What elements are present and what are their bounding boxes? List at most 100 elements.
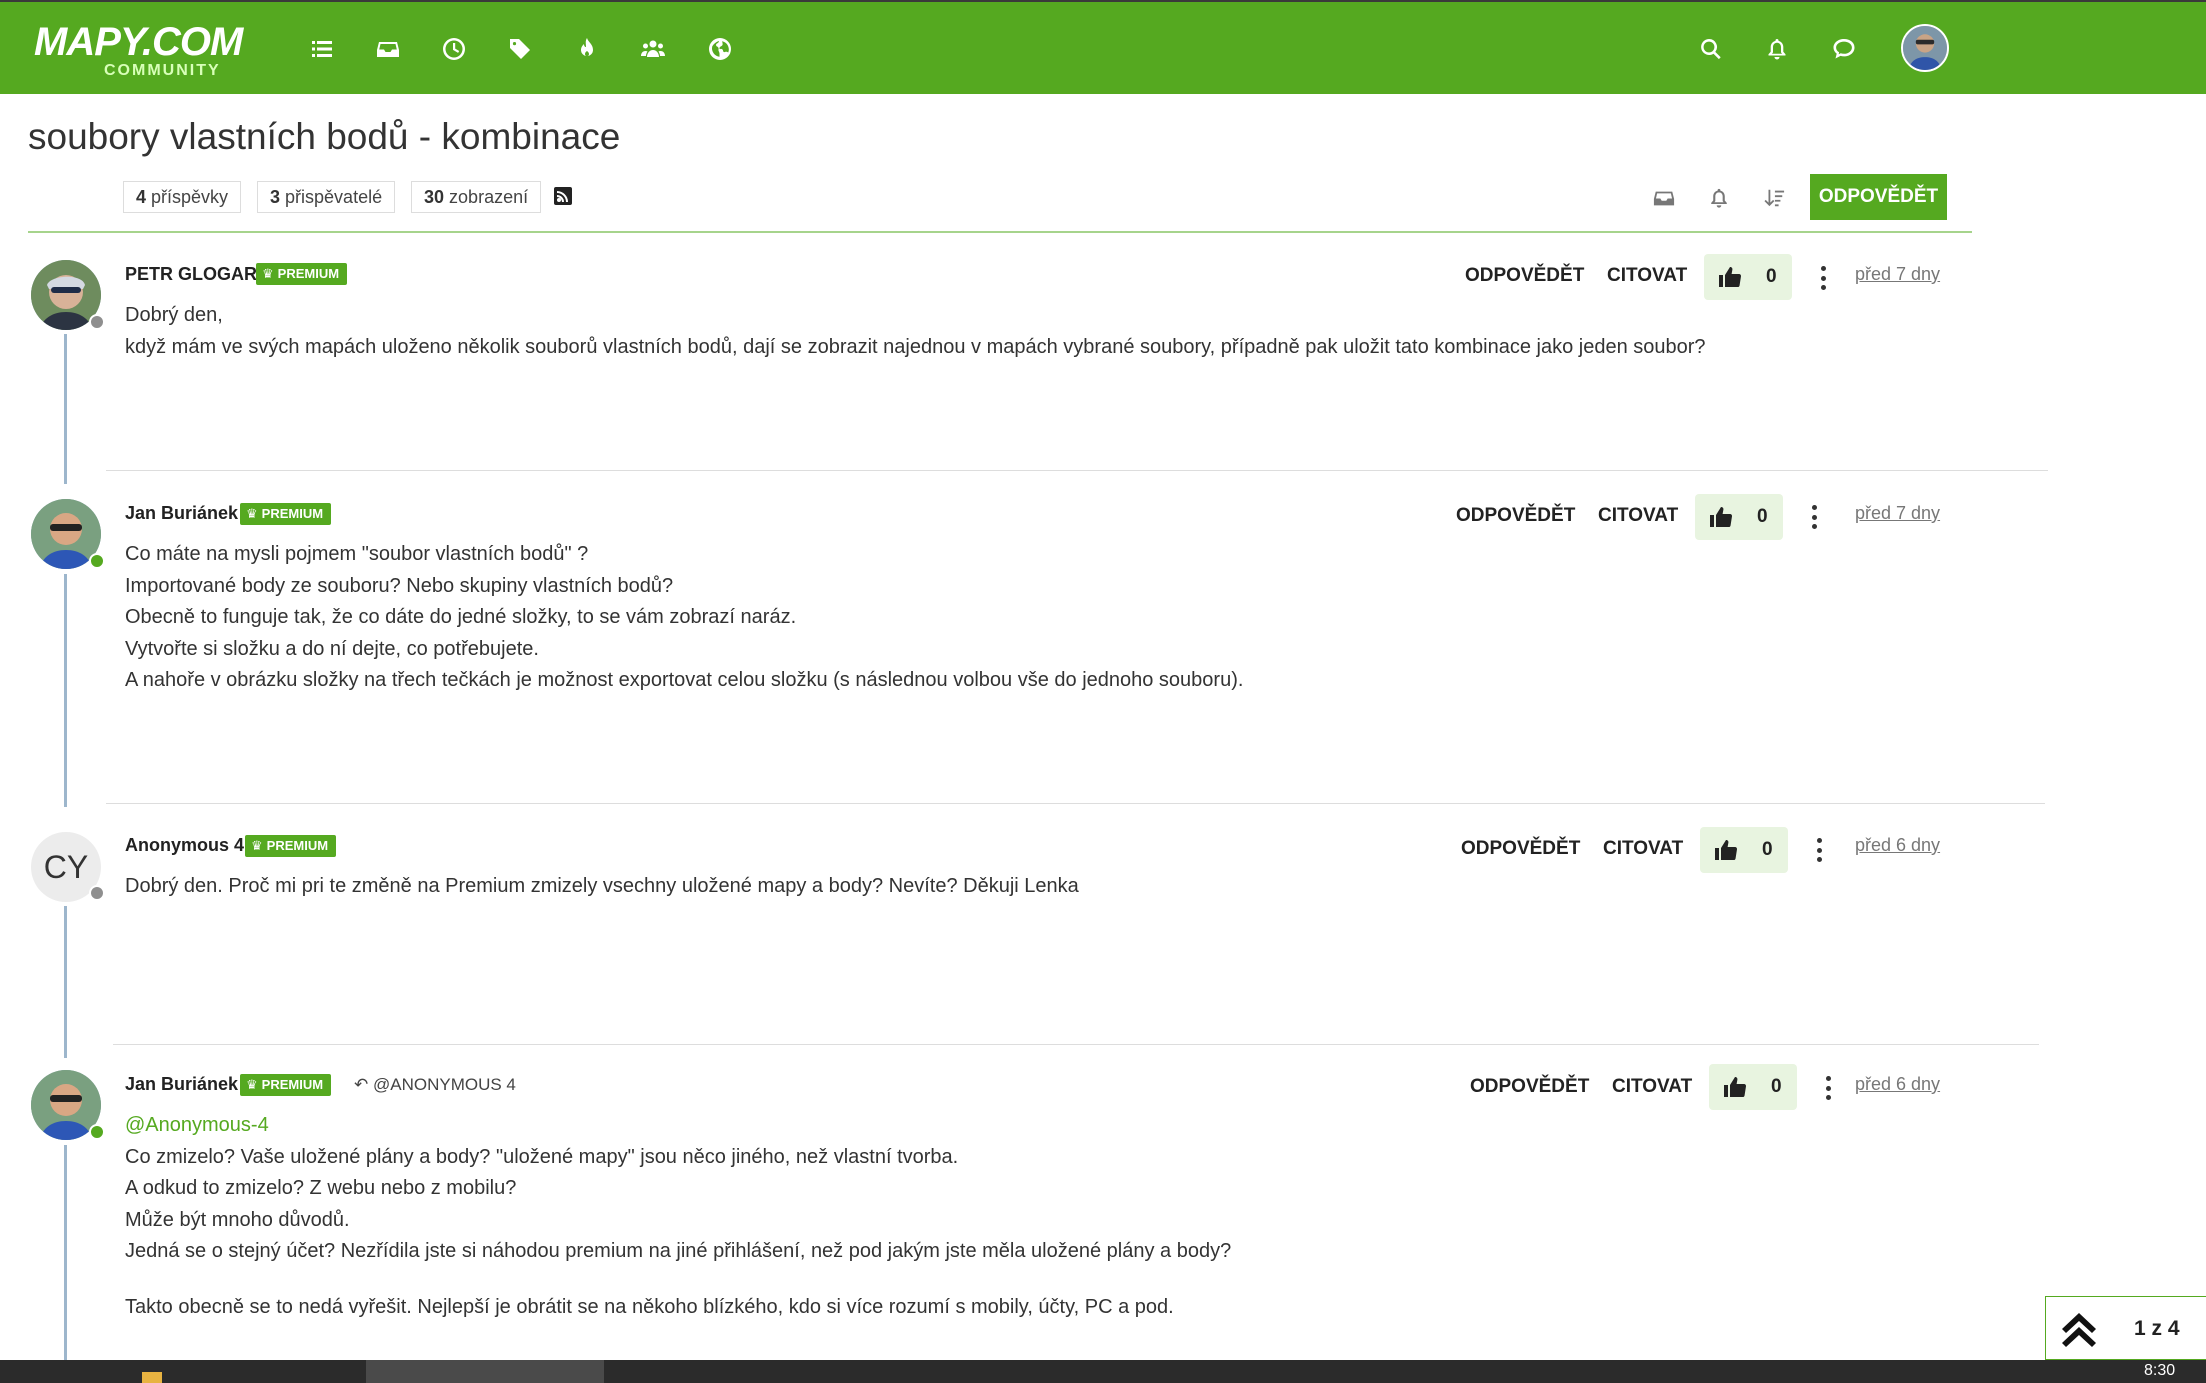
post-author[interactable]: Anonymous 4 [125, 835, 244, 856]
site-logo[interactable]: MAPY.COM COMMUNITY [34, 20, 243, 84]
badge-label: PREMIUM [261, 506, 324, 521]
page-indicator[interactable]: 1 z 4 [2134, 1317, 2180, 1341]
post-timeline-line [64, 1145, 67, 1360]
offline-status-dot [89, 314, 105, 330]
stat-label: přispěvatelé [285, 187, 383, 207]
vote-box: 0 [1709, 1064, 1797, 1110]
recent-clock-icon[interactable] [437, 32, 471, 66]
reply-button[interactable]: ODPOVĚDĚT [1461, 838, 1580, 860]
os-taskbar: 8:30 [0, 1360, 2206, 1383]
post-timeline-line [64, 574, 67, 807]
vote-count: 0 [1771, 1076, 1782, 1097]
inbox-icon[interactable] [371, 32, 405, 66]
vote-box: 0 [1695, 494, 1783, 540]
topic-reply-button[interactable]: ODPOVĚDĚT [1810, 174, 1947, 220]
stat-label: příspěvky [151, 187, 229, 207]
vote-box: 0 [1704, 254, 1792, 300]
post-timestamp[interactable]: před 7 dny [1855, 503, 1940, 524]
post-divider [106, 470, 2048, 471]
post-line: Co máte na mysli pojmem "soubor vlastníc… [125, 543, 589, 565]
quote-button[interactable]: CITOVAT [1607, 265, 1687, 287]
scroll-top-double-chevron-icon[interactable] [2058, 1307, 2100, 1351]
stat-count: 3 [270, 187, 281, 207]
chat-bubble-icon[interactable] [1827, 32, 1861, 66]
post-timestamp[interactable]: před 6 dny [1855, 1074, 1940, 1095]
rss-feed-icon[interactable] [554, 187, 572, 205]
post-line: Dobrý den, [125, 304, 223, 326]
notifications-bell-icon[interactable] [1760, 32, 1794, 66]
post-line: Importované body ze souboru? Nebo skupin… [125, 574, 674, 597]
post-author[interactable]: Jan Buriánek [125, 1074, 238, 1095]
premium-badge: ♛ PREMIUM [240, 1074, 332, 1096]
active-browser-task[interactable] [366, 1360, 604, 1383]
post-line: Co zmizelo? Vaše uložené plány a body? "… [125, 1145, 959, 1168]
groups-users-icon[interactable] [636, 32, 670, 66]
post-timeline-line [64, 334, 67, 484]
quote-button[interactable]: CITOVAT [1612, 1076, 1692, 1098]
reply-to-user: @ANONYMOUS 4 [372, 1075, 516, 1094]
crown-icon: ♛ [251, 838, 263, 853]
file-explorer-folder-icon[interactable] [142, 1372, 162, 1383]
post-menu-kebab-icon[interactable] [1814, 838, 1824, 862]
premium-badge: ♛ PREMIUM [240, 503, 332, 525]
popular-fire-icon[interactable] [570, 32, 604, 66]
search-icon[interactable] [1694, 32, 1728, 66]
post-body: Dobrý den. Proč mi pri te změně na Premi… [125, 871, 1079, 903]
posts-count-stat: 4 příspěvky [123, 181, 242, 213]
post-line: Takto obecně se to nedá vyřešit. Nejlepš… [125, 1295, 1174, 1318]
vote-count: 0 [1766, 266, 1777, 287]
mark-unread-inbox-icon[interactable] [1647, 182, 1681, 214]
post-timestamp[interactable]: před 7 dny [1855, 264, 1940, 285]
post-line: Vytvořte si složku a do ní dejte, co pot… [125, 637, 539, 660]
stat-label: zobrazení [449, 187, 529, 207]
post-menu-kebab-icon[interactable] [1818, 266, 1828, 290]
post-timestamp[interactable]: před 6 dny [1855, 835, 1940, 856]
views-count-stat: 30 zobrazení [411, 181, 542, 213]
posters-count-stat: 3 přispěvatelé [257, 181, 396, 213]
post-author[interactable]: PETR GLOGAR [125, 264, 257, 285]
quote-button[interactable]: CITOVAT [1598, 505, 1678, 527]
post-menu-kebab-icon[interactable] [1823, 1076, 1833, 1100]
crown-icon: ♛ [246, 1077, 258, 1092]
post-body: @Anonymous-4 Co zmizelo? Vaše uložené pl… [125, 1110, 1231, 1323]
reply-button[interactable]: ODPOVĚDĚT [1470, 1076, 1589, 1098]
post-body: Co máte na mysli pojmem "soubor vlastníc… [125, 539, 1243, 697]
current-user-avatar[interactable] [1901, 24, 1949, 72]
stat-count: 30 [424, 187, 445, 207]
watch-bell-icon[interactable] [1702, 182, 1736, 214]
categories-list-icon[interactable] [305, 32, 339, 66]
reply-button[interactable]: ODPOVĚDĚT [1456, 505, 1575, 527]
crown-icon: ♛ [246, 506, 258, 521]
reply-button[interactable]: ODPOVĚDĚT [1465, 265, 1584, 287]
post-author[interactable]: Jan Buriánek [125, 503, 238, 524]
vote-count: 0 [1757, 506, 1768, 527]
topic-title: soubory vlastních bodů - kombinace [28, 116, 621, 157]
world-globe-icon[interactable] [703, 32, 737, 66]
header-divider [28, 231, 1972, 233]
sort-order-icon[interactable] [1757, 182, 1791, 214]
logo-sub-text: COMMUNITY [104, 62, 221, 79]
post-line: Může být mnoho důvodů. [125, 1208, 350, 1231]
top-navbar: MAPY.COM COMMUNITY [0, 0, 2206, 94]
taskbar-clock: 8:30 [2144, 1362, 2176, 1379]
post-body: Dobrý den, když mám ve svých mapách ulož… [125, 300, 1706, 363]
quote-button[interactable]: CITOVAT [1603, 838, 1683, 860]
post-line: A odkud to zmizelo? Z webu nebo z mobilu… [125, 1177, 517, 1199]
post-line: když mám ve svých mapách uloženo několik… [125, 335, 1706, 358]
thumbs-up-icon[interactable] [1718, 266, 1742, 288]
online-status-dot [89, 553, 105, 569]
badge-label: PREMIUM [277, 266, 340, 281]
badge-label: PREMIUM [261, 1077, 324, 1092]
reply-to-link[interactable]: ↶ @ANONYMOUS 4 [354, 1075, 516, 1095]
tags-icon[interactable] [503, 32, 537, 66]
thumbs-up-icon[interactable] [1714, 839, 1738, 861]
thumbs-up-icon[interactable] [1709, 506, 1733, 528]
user-mention-link[interactable]: @Anonymous-4 [125, 1110, 1231, 1142]
post-menu-kebab-icon[interactable] [1809, 505, 1819, 529]
stat-count: 4 [136, 187, 147, 207]
offline-status-dot [89, 885, 105, 901]
post-line: A nahoře v obrázku složky na třech tečká… [125, 669, 1244, 691]
online-status-dot [89, 1124, 105, 1140]
thumbs-up-icon[interactable] [1723, 1076, 1747, 1098]
vote-box: 0 [1700, 827, 1788, 873]
